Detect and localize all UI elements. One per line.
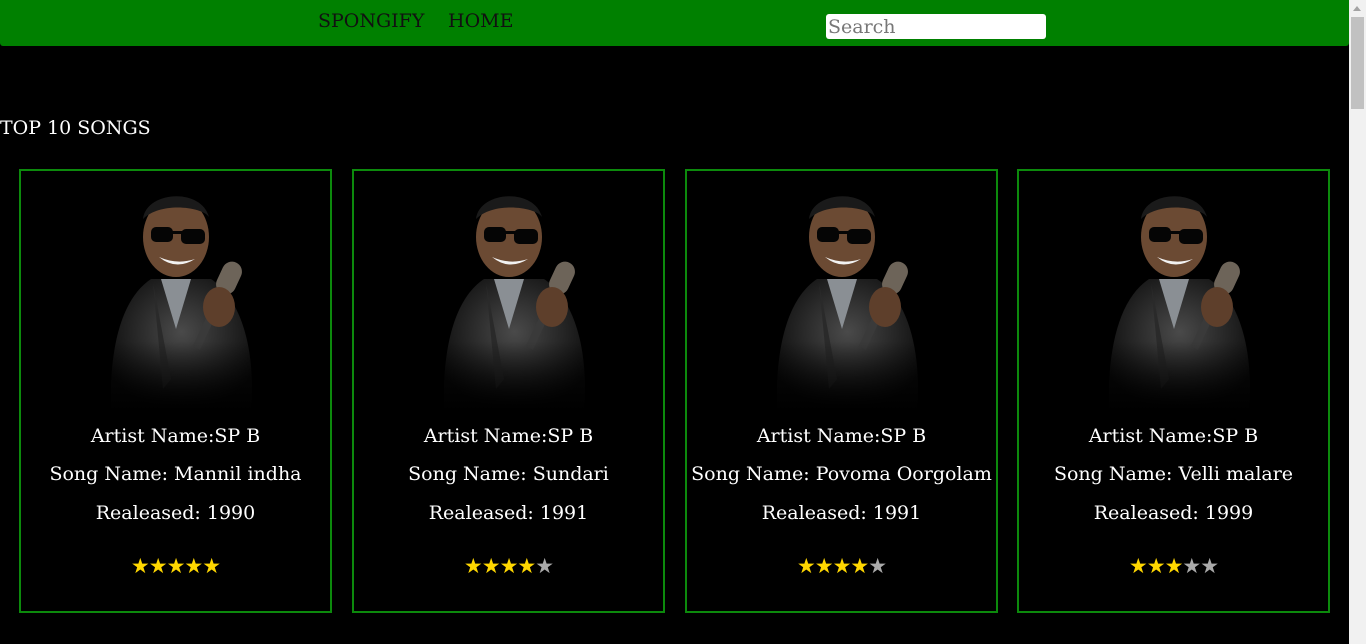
song-card[interactable]: Artist Name:SP B Song Name: Mannil indha… — [19, 169, 332, 613]
artist-name: Artist Name:SP B — [756, 425, 927, 447]
artist-photo — [424, 179, 594, 411]
star-rating: ★★★★★ — [687, 556, 996, 577]
release-year: Realeased: 1991 — [428, 502, 589, 524]
star-icon: ★ — [463, 554, 483, 578]
star-icon: ★ — [832, 554, 852, 578]
release-year: Realeased: 1991 — [761, 502, 922, 524]
scroll-thumb[interactable] — [1351, 17, 1364, 109]
star-icon: ★ — [1164, 554, 1184, 578]
song-name: Song Name: Povoma Oorgolam — [691, 463, 992, 485]
star-rating: ★★★★★ — [21, 556, 330, 577]
star-rating: ★★★★★ — [1019, 556, 1328, 577]
artist-name: Artist Name:SP B — [90, 425, 261, 447]
song-card[interactable]: Artist Name:SP B Song Name: Velli malare… — [1017, 169, 1330, 613]
star-icon: ★ — [1200, 554, 1219, 578]
star-icon: ★ — [868, 554, 887, 578]
song-name: Song Name: Mannil indha — [49, 463, 302, 485]
star-icon: ★ — [796, 554, 816, 578]
release-year: Realeased: 1999 — [1093, 502, 1254, 524]
star-icon: ★ — [535, 554, 554, 578]
artist-photo — [91, 179, 261, 411]
star-icon: ★ — [202, 554, 221, 578]
star-icon: ★ — [481, 554, 501, 578]
scroll-up-arrow-icon[interactable] — [1349, 0, 1366, 17]
artist-photo — [1089, 179, 1259, 411]
star-icon: ★ — [517, 554, 536, 578]
star-icon: ★ — [1182, 554, 1201, 578]
star-rating: ★★★★★ — [354, 556, 663, 577]
star-icon: ★ — [814, 554, 834, 578]
star-icon: ★ — [1128, 554, 1148, 578]
song-card[interactable]: Artist Name:SP B Song Name: Sundari Real… — [352, 169, 665, 613]
artist-name: Artist Name:SP B — [1088, 425, 1259, 447]
song-name: Song Name: Velli malare — [1053, 463, 1294, 485]
artist-photo — [757, 179, 927, 411]
star-icon: ★ — [1146, 554, 1166, 578]
star-icon: ★ — [130, 554, 150, 578]
star-icon: ★ — [499, 554, 519, 578]
star-icon: ★ — [184, 554, 203, 578]
page: SPONGIFY HOME TOP 10 SONGS Artist Name:S… — [0, 0, 1349, 644]
star-icon: ★ — [148, 554, 168, 578]
song-card[interactable]: Artist Name:SP B Song Name: Povoma Oorgo… — [685, 169, 998, 613]
release-year: Realeased: 1990 — [95, 502, 256, 524]
vertical-scrollbar[interactable] — [1349, 0, 1366, 644]
artist-name: Artist Name:SP B — [423, 425, 594, 447]
song-name: Song Name: Sundari — [408, 463, 609, 485]
song-card-list: Artist Name:SP B Song Name: Mannil indha… — [0, 0, 1349, 644]
star-icon: ★ — [166, 554, 186, 578]
star-icon: ★ — [850, 554, 869, 578]
